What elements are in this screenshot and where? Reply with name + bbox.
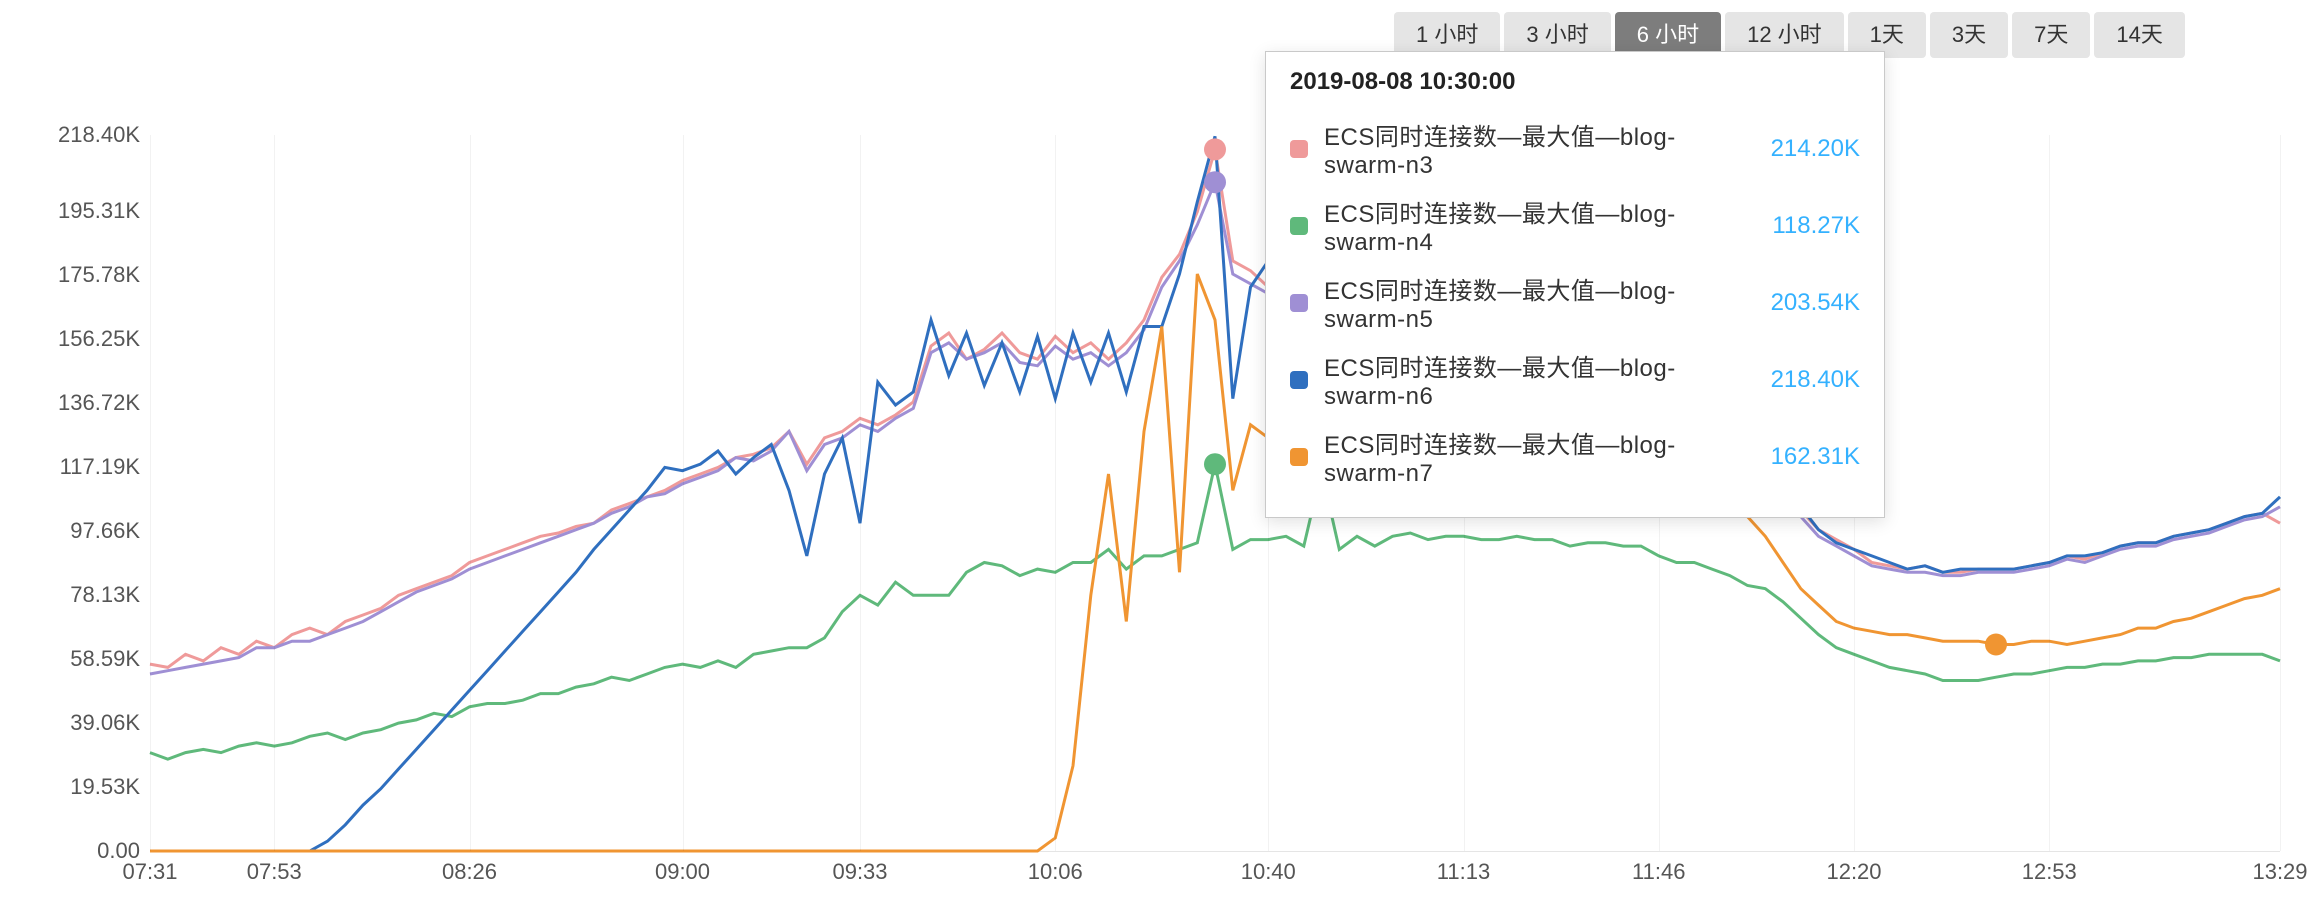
x-tick-label: 11:13 <box>1437 859 1490 885</box>
x-tick-label: 09:00 <box>655 859 710 885</box>
tooltip-row-n7: ECS同时连接数—最大值—blog-swarm-n7 162.31K <box>1290 418 1860 495</box>
x-tick-label: 09:33 <box>832 859 887 885</box>
x-tick-label: 10:06 <box>1028 859 1083 885</box>
y-tick-label: 156.25K <box>30 326 140 352</box>
y-tick-label: 218.40K <box>30 122 140 148</box>
y-tick-label: 117.19K <box>30 454 140 480</box>
x-tick-label: 11:46 <box>1632 859 1685 885</box>
legend-swatch-n3 <box>1290 140 1308 158</box>
tooltip-row-n4: ECS同时连接数—最大值—blog-swarm-n4 118.27K <box>1290 187 1860 264</box>
highlight-marker <box>1985 634 2007 656</box>
tooltip-label: ECS同时连接数—最大值—blog-swarm-n4 <box>1324 194 1748 257</box>
tooltip-value: 162.31K <box>1771 443 1860 471</box>
x-tick-label: 07:31 <box>122 859 177 885</box>
grid-line <box>150 135 151 851</box>
grid-line <box>274 135 275 851</box>
grid-line <box>683 135 684 851</box>
tooltip-value: 118.27K <box>1772 212 1860 240</box>
legend-swatch-n7 <box>1290 448 1308 466</box>
y-tick-label: 58.59K <box>30 646 140 672</box>
tooltip-row-n5: ECS同时连接数—最大值—blog-swarm-n5 203.54K <box>1290 264 1860 341</box>
grid-line <box>470 135 471 851</box>
chart-plot-area[interactable]: 0.0019.53K39.06K58.59K78.13K97.66K117.19… <box>150 135 2280 851</box>
grid-line <box>2049 135 2050 851</box>
y-tick-label: 136.72K <box>30 390 140 416</box>
range-7d[interactable]: 7天 <box>2012 12 2090 58</box>
x-tick-label: 12:53 <box>2022 859 2077 885</box>
x-tick-label: 12:20 <box>1826 859 1881 885</box>
y-tick-label: 97.66K <box>30 518 140 544</box>
grid-line <box>1055 135 1056 851</box>
tooltip-title: 2019-08-08 10:30:00 <box>1290 68 1860 96</box>
chart-tooltip: 2019-08-08 10:30:00 ECS同时连接数—最大值—blog-sw… <box>1265 51 1885 518</box>
grid-line <box>2280 135 2281 851</box>
y-tick-label: 195.31K <box>30 198 140 224</box>
tooltip-label: ECS同时连接数—最大值—blog-swarm-n3 <box>1324 117 1747 180</box>
range-3d[interactable]: 3天 <box>1930 12 2008 58</box>
highlight-marker <box>1204 138 1226 160</box>
tooltip-value: 214.20K <box>1771 135 1860 163</box>
y-tick-label: 175.78K <box>30 262 140 288</box>
x-tick-label: 10:40 <box>1241 859 1296 885</box>
x-tick-label: 13:29 <box>2252 859 2307 885</box>
tooltip-label: ECS同时连接数—最大值—blog-swarm-n5 <box>1324 271 1747 334</box>
tooltip-row-n3: ECS同时连接数—最大值—blog-swarm-n3 214.20K <box>1290 110 1860 187</box>
tooltip-value: 203.54K <box>1771 289 1860 317</box>
legend-swatch-n6 <box>1290 371 1308 389</box>
x-tick-label: 07:53 <box>247 859 302 885</box>
range-14d[interactable]: 14天 <box>2094 12 2184 58</box>
tooltip-label: ECS同时连接数—最大值—blog-swarm-n6 <box>1324 348 1747 411</box>
highlight-marker <box>1204 453 1226 475</box>
grid-line <box>860 135 861 851</box>
highlight-marker <box>1204 171 1226 193</box>
tooltip-value: 218.40K <box>1771 366 1860 394</box>
y-tick-label: 39.06K <box>30 710 140 736</box>
legend-swatch-n5 <box>1290 294 1308 312</box>
y-tick-label: 19.53K <box>30 774 140 800</box>
tooltip-row-n6: ECS同时连接数—最大值—blog-swarm-n6 218.40K <box>1290 341 1860 418</box>
legend-swatch-n4 <box>1290 217 1308 235</box>
x-tick-label: 08:26 <box>442 859 497 885</box>
y-tick-label: 78.13K <box>30 582 140 608</box>
tooltip-label: ECS同时连接数—最大值—blog-swarm-n7 <box>1324 425 1747 488</box>
